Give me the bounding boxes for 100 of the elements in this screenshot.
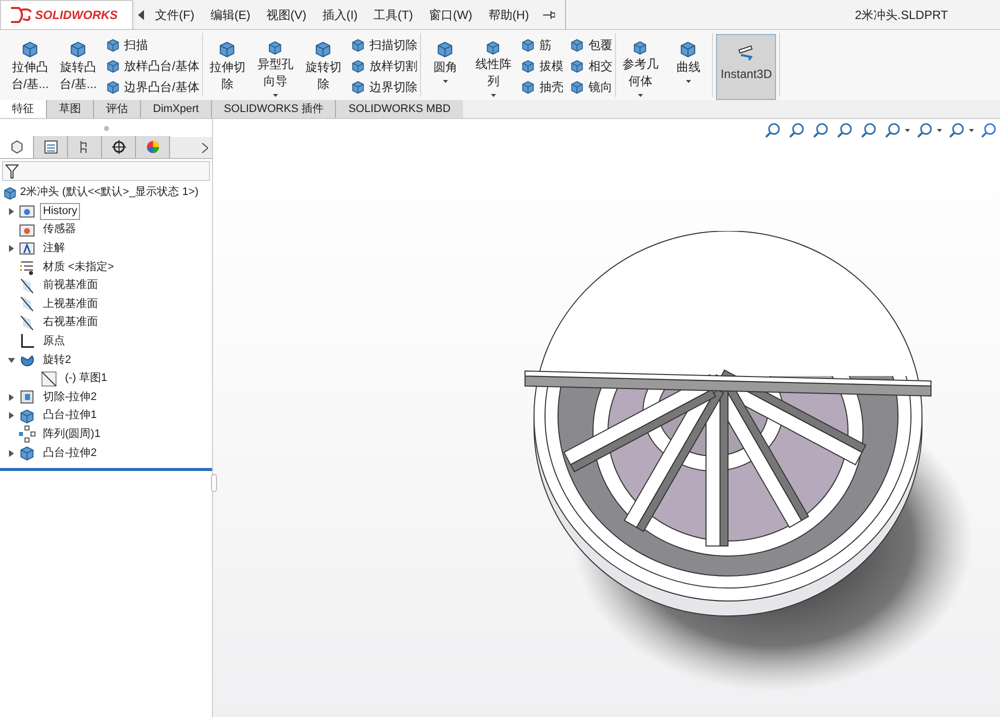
block-icon bbox=[569, 79, 586, 95]
ribbon-button[interactable]: 包覆 bbox=[588, 36, 612, 54]
ribbon-button[interactable]: 放样凸台/基体 bbox=[124, 57, 200, 75]
ribbon-button[interactable]: 旋转切除 bbox=[304, 59, 342, 93]
caret-icon bbox=[490, 94, 496, 97]
expand-arrow-icon[interactable] bbox=[8, 244, 14, 252]
dropdown-caret[interactable] bbox=[272, 94, 278, 97]
ribbon-button[interactable]: 扫描切除 bbox=[369, 36, 418, 54]
ribbon-button[interactable]: 筋 bbox=[539, 36, 552, 54]
ruler-arrow-icon bbox=[737, 45, 756, 61]
filter-icon bbox=[5, 163, 19, 179]
zoom-area-icon[interactable] bbox=[788, 121, 806, 139]
zoom-fit-icon[interactable] bbox=[764, 121, 782, 139]
block-icon bbox=[350, 79, 366, 95]
dropdown-caret[interactable] bbox=[490, 94, 496, 97]
tree-root[interactable]: 2米冲头 (默认<<默认>_显示状态 1>) bbox=[20, 184, 198, 201]
ribbon-button[interactable]: 曲线 bbox=[669, 59, 708, 76]
tree-item[interactable]: 传感器 bbox=[40, 221, 79, 238]
ribbon-tab[interactable]: 评估 bbox=[93, 100, 140, 118]
block-icon bbox=[520, 58, 536, 74]
ribbon-button[interactable]: 相交 bbox=[588, 57, 612, 75]
ribbon-button[interactable]: 镜向 bbox=[588, 78, 612, 96]
tree-item[interactable]: (-) 草图1 bbox=[62, 370, 110, 388]
tree-item[interactable]: 旋转2 bbox=[40, 352, 74, 369]
menu-item[interactable]: 文件(F) bbox=[155, 6, 194, 24]
ribbon-button[interactable]: 拉伸凸台/基... bbox=[11, 59, 49, 93]
ribbon-tab[interactable]: DimXpert bbox=[140, 100, 211, 118]
splitter-handle[interactable] bbox=[211, 474, 217, 492]
block-icon bbox=[105, 37, 121, 53]
tree-item[interactable]: 凸台-拉伸1 bbox=[40, 407, 100, 424]
block-icon bbox=[520, 79, 536, 95]
block-icon bbox=[105, 58, 121, 74]
ribbon-button[interactable]: 放样切割 bbox=[369, 57, 418, 75]
caret-icon bbox=[442, 80, 448, 83]
panel-tab[interactable] bbox=[102, 136, 136, 158]
ribbon-button[interactable]: 异型孔向导 bbox=[256, 56, 294, 90]
plane-icon bbox=[18, 295, 36, 314]
menu-item[interactable]: 工具(T) bbox=[374, 6, 413, 24]
dropdown-caret[interactable] bbox=[442, 80, 448, 83]
menu-item[interactable]: 插入(I) bbox=[322, 6, 358, 24]
ribbon-button[interactable]: 边界凸台/基体 bbox=[124, 78, 200, 96]
left-arrow-icon[interactable] bbox=[138, 10, 144, 20]
tree-item[interactable]: History bbox=[40, 202, 80, 220]
part-icon bbox=[8, 139, 24, 155]
ribbon-button[interactable]: 圆角 bbox=[426, 59, 464, 76]
pin-icon[interactable] bbox=[542, 10, 555, 20]
block-icon bbox=[18, 444, 36, 462]
ribbon-tab[interactable]: 草图 bbox=[46, 100, 93, 118]
expand-arrow-icon[interactable] bbox=[8, 450, 14, 457]
ribbon-tab[interactable]: SOLIDWORKS 插件 bbox=[210, 100, 336, 118]
tree-item[interactable]: 右视基准面 bbox=[40, 314, 101, 332]
caret-icon bbox=[272, 94, 278, 97]
tree-item[interactable]: 前视基准面 bbox=[40, 277, 101, 294]
panel-tab[interactable] bbox=[34, 136, 68, 158]
tree-item[interactable]: 注解 bbox=[40, 240, 68, 257]
ribbon-button[interactable]: 抽壳 bbox=[539, 78, 564, 96]
instant3d-toggle[interactable]: Instant3D bbox=[716, 34, 776, 100]
menu-item[interactable]: 编辑(E) bbox=[210, 6, 250, 24]
list-icon bbox=[42, 139, 58, 155]
ribbon-button[interactable]: 边界切除 bbox=[369, 78, 418, 96]
tree-item[interactable]: 凸台-拉伸2 bbox=[40, 444, 100, 462]
block-icon bbox=[569, 58, 586, 74]
ribbon-button[interactable]: 参考几何体 bbox=[621, 56, 660, 90]
drag-handle-icon[interactable] bbox=[104, 126, 108, 130]
menu-item[interactable]: 视图(V) bbox=[266, 6, 306, 24]
chevron-right-icon[interactable] bbox=[202, 143, 208, 153]
crosshair-icon bbox=[110, 139, 126, 155]
expand-arrow-icon[interactable] bbox=[8, 412, 14, 420]
tree-item[interactable]: 阵列(圆周)1 bbox=[40, 426, 104, 443]
menu-item[interactable]: 窗口(W) bbox=[428, 6, 472, 24]
document-title: 2米冲头.SLDPRT bbox=[854, 6, 948, 24]
ribbon-button[interactable]: 扫描 bbox=[124, 36, 148, 54]
ribbon-tab[interactable]: SOLIDWORKS MBD bbox=[335, 100, 463, 118]
block-icon bbox=[20, 39, 40, 59]
block-icon bbox=[18, 406, 36, 425]
ribbon-button[interactable]: 线性阵列 bbox=[474, 56, 512, 90]
block-icon bbox=[569, 37, 586, 53]
tree-item[interactable]: 原点 bbox=[40, 332, 68, 350]
dropdown-caret[interactable] bbox=[686, 80, 691, 83]
ribbon-button[interactable]: 旋转凸台/基... bbox=[59, 59, 97, 93]
expand-arrow-icon[interactable] bbox=[8, 208, 14, 215]
menu-item[interactable]: 帮助(H) bbox=[488, 6, 529, 24]
ribbon-button[interactable]: 拔模 bbox=[539, 57, 564, 75]
tree-item[interactable]: 切除-拉伸2 bbox=[40, 388, 100, 406]
ribbon-tab[interactable]: 特征 bbox=[0, 100, 46, 118]
expand-arrow-icon[interactable] bbox=[8, 394, 14, 401]
tree-item[interactable]: 材质 <未指定> bbox=[40, 258, 117, 276]
dropdown-caret[interactable] bbox=[638, 94, 643, 97]
sketch-icon bbox=[40, 370, 58, 388]
plane-icon bbox=[18, 314, 36, 332]
tree-item[interactable]: 上视基准面 bbox=[40, 296, 101, 313]
ds-logo-icon bbox=[9, 6, 33, 24]
panel-tab[interactable] bbox=[68, 136, 102, 158]
caret-icon bbox=[937, 128, 942, 132]
ribbon-button[interactable]: 拉伸切除 bbox=[208, 59, 246, 93]
caret-icon bbox=[969, 128, 974, 132]
collapse-arrow-icon[interactable] bbox=[8, 356, 14, 364]
panel-tab[interactable] bbox=[0, 136, 34, 158]
block-icon bbox=[2, 184, 18, 200]
block-icon bbox=[68, 39, 88, 59]
